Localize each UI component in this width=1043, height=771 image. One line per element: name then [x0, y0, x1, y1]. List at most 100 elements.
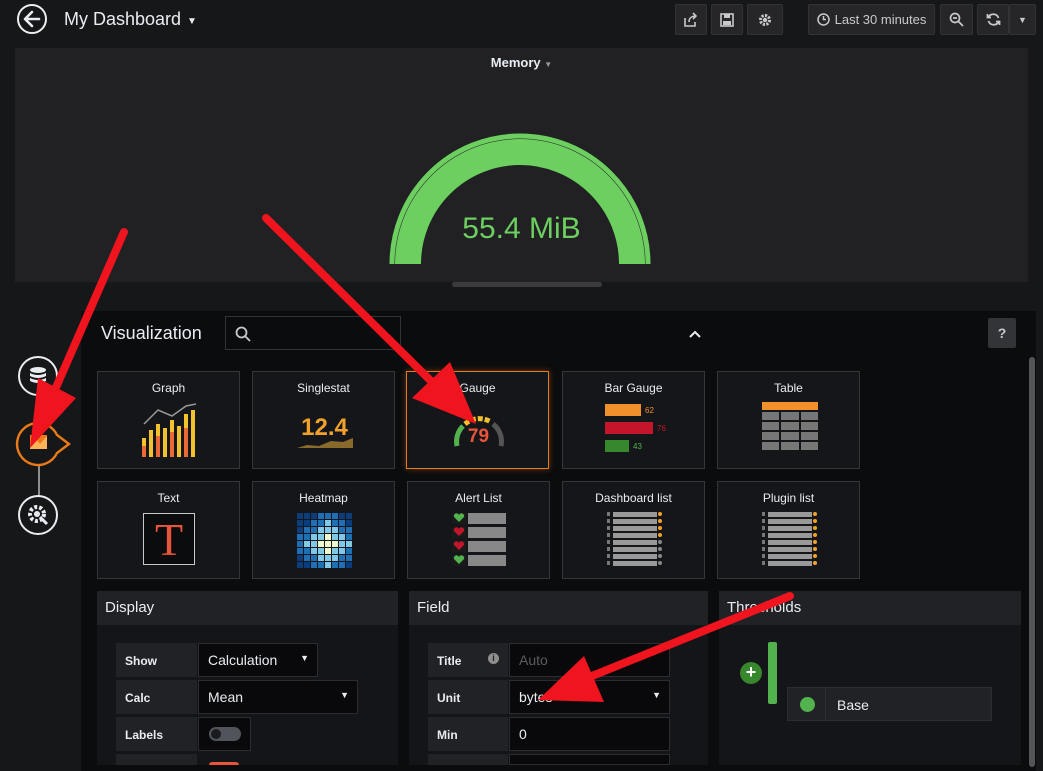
back-button[interactable] [17, 4, 47, 34]
time-picker-button[interactable]: Last 30 minutes [808, 4, 935, 35]
heatmap-cell [311, 527, 317, 533]
heatmap-cell [339, 534, 345, 540]
heatmap-cell [311, 562, 317, 568]
search-input[interactable] [256, 321, 400, 347]
viz-tile-plugin-list[interactable]: Plugin list [717, 481, 860, 579]
heatmap-cell [339, 555, 345, 561]
settings-wrench-icon [28, 505, 49, 526]
viz-tile-graph[interactable]: Graph [97, 371, 240, 469]
tile-label: Table [774, 381, 803, 395]
heatmap-cell [346, 527, 352, 533]
bar-gauge-value: 43 [633, 442, 642, 451]
heatmap-cell [325, 520, 331, 526]
share-icon [684, 11, 698, 27]
tile-label: Gauge [459, 381, 496, 395]
dashboard-list-preview-icon [607, 512, 662, 566]
caret-down-icon[interactable]: ▼ [187, 16, 197, 27]
caret-down-icon: ▼ [652, 690, 661, 700]
viz-tile-bar-gauge[interactable]: Bar Gauge 62 76 43 [562, 371, 705, 469]
heatmap-cell [304, 527, 310, 533]
heatmap-cell [304, 513, 310, 519]
visualization-search[interactable] [225, 316, 401, 350]
queries-tab[interactable] [18, 356, 58, 396]
viz-tile-heatmap[interactable]: Heatmap [252, 481, 395, 579]
heatmap-cell [325, 555, 331, 561]
caret-down-icon: ▼ [340, 690, 349, 700]
visualization-tab[interactable] [14, 420, 72, 468]
next-option-label [116, 754, 197, 765]
heatmap-cell [311, 555, 317, 561]
heatmap-cell [325, 513, 331, 519]
heatmap-cell [332, 527, 338, 533]
viz-tile-alert-list[interactable]: Alert List [407, 481, 550, 579]
tile-label: Heatmap [299, 491, 348, 505]
title-input[interactable]: Auto [509, 643, 670, 677]
heatmap-cell [318, 562, 324, 568]
save-button[interactable] [711, 4, 743, 35]
add-threshold-button[interactable]: + [740, 662, 762, 684]
heatmap-cell [304, 541, 310, 547]
heatmap-cell [325, 527, 331, 533]
heatmap-cell [297, 541, 303, 547]
calc-label: Calc [116, 680, 197, 714]
zoom-out-button[interactable] [940, 4, 973, 35]
viz-tile-gauge[interactable]: Gauge 79 [406, 371, 549, 469]
gauge-value: 55.4 MiB [462, 212, 581, 245]
scrollbar[interactable] [1029, 357, 1035, 767]
zoom-out-icon [949, 12, 964, 27]
show-select-value: Calculation [208, 652, 278, 668]
heatmap-cell [346, 520, 352, 526]
graph-preview-icon [142, 403, 197, 457]
help-button[interactable]: ? [988, 318, 1016, 348]
gear-icon [759, 13, 771, 26]
clock-icon [816, 13, 830, 26]
viz-tile-text[interactable]: Text T [97, 481, 240, 579]
heatmap-cell [332, 520, 338, 526]
threshold-color-swatch[interactable] [800, 697, 815, 712]
heatmap-cell [311, 513, 317, 519]
heatmap-cell [332, 555, 338, 561]
tile-label: Bar Gauge [604, 381, 663, 395]
time-range-label: Last 30 minutes [834, 12, 927, 27]
heatmap-cell [304, 555, 310, 561]
dashboard-title[interactable]: My Dashboard [64, 9, 181, 30]
section-title: Display [105, 599, 155, 616]
tile-label: Singlestat [297, 381, 350, 395]
sparkline-icon [297, 438, 353, 448]
heatmap-preview-icon [297, 513, 352, 568]
general-settings-tab[interactable] [18, 495, 58, 535]
heatmap-cell [339, 513, 345, 519]
tile-label: Dashboard list [595, 491, 672, 505]
share-button[interactable] [675, 4, 707, 35]
refresh-interval-dropdown[interactable]: ▼ [1009, 4, 1036, 35]
text-preview-icon: T [143, 513, 195, 565]
calc-select[interactable]: Mean ▼ [198, 680, 358, 714]
viz-tile-dashboard-list[interactable]: Dashboard list [562, 481, 705, 579]
heatmap-cell [339, 541, 345, 547]
heatmap-cell [339, 520, 345, 526]
heatmap-cell [297, 548, 303, 554]
heatmap-cell [311, 548, 317, 554]
thresholds-section-header: Thresholds [719, 591, 1021, 625]
unit-select[interactable]: bytes ▼ [509, 680, 670, 714]
heatmap-cell [332, 513, 338, 519]
panel-resize-handle[interactable] [452, 282, 602, 287]
heatmap-cell [346, 548, 352, 554]
collapse-icon[interactable] [688, 326, 702, 344]
settings-button[interactable] [747, 4, 783, 35]
labels-toggle[interactable] [209, 727, 241, 741]
show-select[interactable]: Calculation ▼ [198, 643, 318, 677]
viz-tile-singlestat[interactable]: Singlestat 12.4 [252, 371, 395, 469]
heatmap-cell [318, 555, 324, 561]
min-input[interactable]: 0 [509, 717, 670, 751]
panel-title[interactable]: Memory ▼ [15, 55, 1028, 70]
max-input[interactable] [509, 754, 670, 765]
bar-gauge-bar [605, 404, 641, 416]
caret-down-icon: ▼ [1018, 14, 1027, 25]
refresh-button[interactable] [977, 4, 1009, 35]
viz-tile-table[interactable]: Table [717, 371, 860, 469]
heatmap-cell [297, 513, 303, 519]
title-label: Title i [428, 643, 508, 677]
heatmap-cell [318, 541, 324, 547]
info-icon[interactable]: i [488, 653, 499, 664]
